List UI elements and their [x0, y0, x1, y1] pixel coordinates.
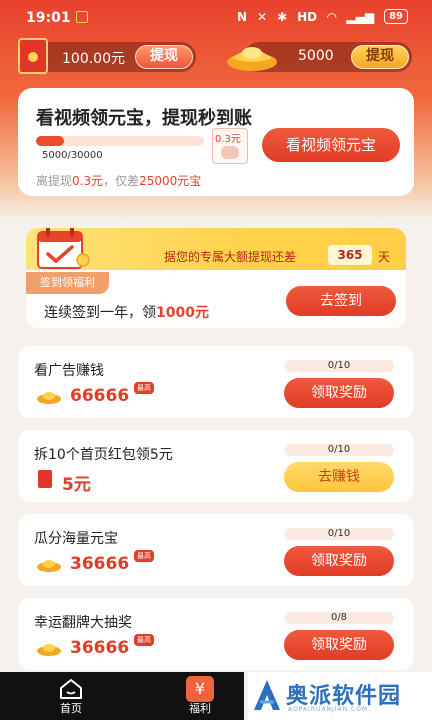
days-remaining: 365 [328, 245, 372, 265]
task-progress: 0/10 [284, 528, 394, 540]
watermark: 奥派软件园 AOPAIRUANJIAN.COM [248, 672, 432, 720]
cash-balance-pill: 100.00元 提现 [32, 42, 196, 72]
wechat-icon [221, 146, 239, 159]
gold-ingot-icon [37, 644, 61, 656]
yuan-icon: ¥ [186, 676, 214, 702]
task-title: 瓜分海量元宝 [34, 531, 118, 547]
task-progress: 0/8 [284, 612, 394, 624]
watch-video-button[interactable]: 看视频领元宝 [262, 128, 400, 162]
hint-amount: 0.3元 [72, 174, 104, 188]
max-badge: 最高 [134, 382, 154, 394]
task-progress-label: 0/10 [327, 444, 351, 455]
gold-ingot-icon [37, 392, 61, 404]
hd-icon: HD [297, 9, 318, 24]
red-packet-icon [38, 470, 52, 488]
task-title: 幸运翻牌大抽奖 [34, 615, 132, 631]
status-time: 19:01 [26, 10, 71, 26]
task-card: 瓜分海量元宝 36666 最高 0/10 领取奖励 [18, 514, 414, 586]
nav-home-label: 首页 [60, 702, 82, 715]
reward-box-amount: 0.3元 [215, 134, 241, 145]
task-title: 拆10个首页红包领5元 [34, 447, 173, 463]
status-icons: N ✕ ✱ HD ◠ ▂▄▆ 89 [237, 9, 408, 24]
sign-in-desc-prefix: 连续签到一年，领 [44, 305, 156, 321]
ingot-withdraw-button[interactable]: 提现 [351, 45, 409, 69]
reward-box: 0.3元 [212, 128, 248, 164]
video-progress-track [36, 136, 204, 146]
claim-reward-button[interactable]: 领取奖励 [284, 378, 394, 408]
battery-icon: 89 [384, 9, 408, 24]
mute-icon: ✕ [257, 9, 268, 24]
gold-ingot-icon [37, 560, 61, 572]
sign-in-card: 据您的专属大额提现还差 365 天 签到领福利 连续签到一年，领1000元 去签… [26, 228, 406, 328]
wifi-icon: ◠ [327, 9, 337, 24]
sign-in-desc-amount: 1000元 [156, 305, 209, 321]
bottom-nav: 首页 ¥ 福利 [0, 672, 244, 720]
nav-home[interactable]: 首页 [16, 672, 126, 720]
task-title: 看广告赚钱 [34, 363, 104, 379]
claim-reward-button[interactable]: 领取奖励 [284, 630, 394, 660]
hint-mid: ，仅差 [103, 174, 140, 188]
max-badge: 最高 [134, 634, 154, 646]
task-card: 看广告赚钱 66666 最高 0/10 领取奖励 [18, 346, 414, 418]
video-card-title: 看视频领元宝，提现秒到账 [36, 108, 252, 129]
nav-welfare[interactable]: ¥ 福利 [160, 672, 240, 720]
nfc-icon: N [236, 9, 248, 24]
days-unit: 天 [378, 250, 391, 264]
task-card: 幸运翻牌大抽奖 36666 最高 0/8 领取奖励 [18, 598, 414, 670]
max-badge: 最高 [134, 550, 154, 562]
notification-icon [76, 11, 88, 23]
red-packet-icon [18, 38, 48, 74]
status-bar: 19:01 N ✕ ✱ HD ◠ ▂▄▆ 89 [0, 0, 432, 36]
video-progress-fill [36, 136, 64, 146]
cash-withdraw-button[interactable]: 提现 [135, 45, 193, 69]
cash-balance: 100.00元 [62, 51, 125, 67]
task-reward-value: 36666 [70, 554, 130, 574]
withdraw-hint: 离提现0.3元，仅差25000元宝 [36, 172, 201, 189]
task-card: 拆10个首页红包领5元 5元 0/10 去赚钱 [18, 430, 414, 502]
watermark-subtext: AOPAIRUANJIAN.COM [288, 706, 369, 713]
task-progress-label: 0/10 [327, 360, 351, 371]
signal-icon: ▂▄▆ [346, 9, 375, 24]
ingot-balance: 5000 [298, 48, 334, 64]
claim-reward-button[interactable]: 领取奖励 [284, 546, 394, 576]
hint-ingots: 25000元宝 [139, 174, 202, 188]
calendar-icon [37, 228, 90, 269]
bluetooth-icon: ✱ [277, 9, 288, 24]
task-reward-value: 36666 [70, 638, 130, 658]
gold-ingot-icon [227, 47, 277, 71]
sign-in-banner-text: 据您的专属大额提现还差 [164, 250, 297, 264]
task-progress: 0/10 [284, 444, 394, 456]
task-progress: 0/10 [284, 360, 394, 372]
task-progress-label: 0/8 [330, 612, 348, 623]
task-reward-value: 66666 [70, 386, 130, 406]
task-reward-value: 5元 [62, 475, 91, 495]
watermark-logo-icon [254, 680, 280, 710]
sign-in-tag: 签到领福利 [26, 272, 109, 294]
sign-in-button[interactable]: 去签到 [286, 286, 396, 316]
sign-in-description: 连续签到一年，领1000元 [44, 302, 209, 322]
earn-money-button[interactable]: 去赚钱 [284, 462, 394, 492]
hint-prefix: 离提现 [36, 174, 73, 188]
video-reward-card: 看视频领元宝，提现秒到账 5000/30000 0.3元 看视频领元宝 离提现0… [18, 88, 414, 196]
task-progress-label: 0/10 [327, 528, 351, 539]
home-icon [60, 679, 82, 699]
nav-welfare-label: 福利 [189, 702, 211, 715]
video-progress-label: 5000/30000 [42, 150, 103, 161]
